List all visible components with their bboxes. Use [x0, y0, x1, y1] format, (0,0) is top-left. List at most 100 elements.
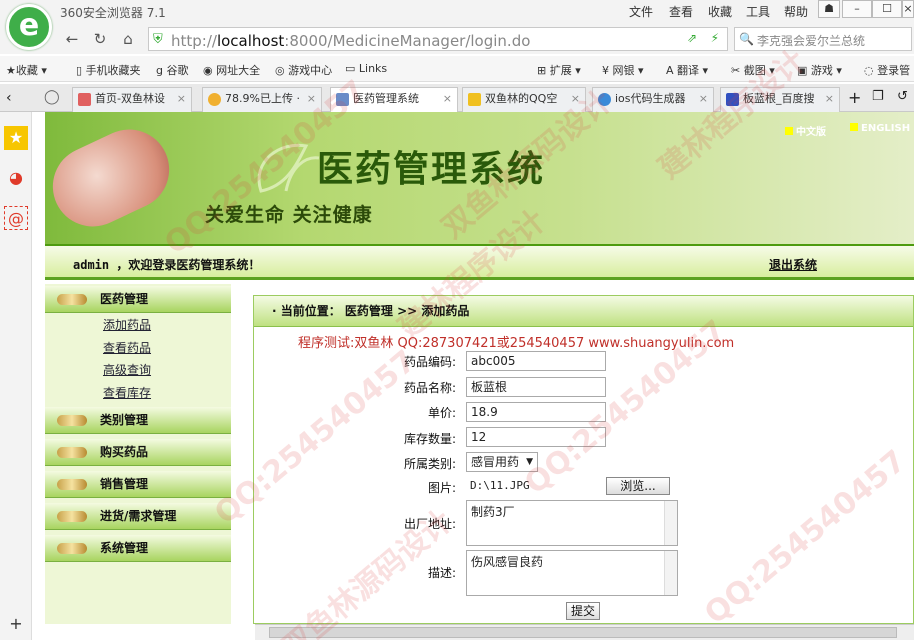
restore-tab-icon[interactable]: ↺ — [897, 89, 908, 104]
bookmark-games[interactable]: ◎ 游戏中心 — [275, 62, 332, 78]
submenu-view-stock[interactable]: 查看库存 — [103, 384, 151, 401]
tab-list-icon[interactable]: ❐ — [872, 89, 884, 104]
code-input[interactable]: abc005 — [466, 351, 606, 371]
price-input[interactable]: 18.9 — [466, 402, 606, 422]
menu-system[interactable]: 系统管理 — [45, 535, 231, 562]
menu-supply[interactable]: 进货/需求管理 — [45, 503, 231, 530]
tab-upload[interactable]: 78.9%已上传 · × — [202, 87, 322, 112]
capsule-icon — [57, 447, 87, 458]
horizontal-scrollbar[interactable] — [255, 624, 914, 640]
tab-medicine[interactable]: 医药管理系统 × — [330, 87, 458, 113]
sidebar-add-icon[interactable]: + — [4, 612, 28, 636]
category-label: 所属类别: — [403, 457, 456, 471]
content-panel: · 当前位置： 医药管理 >> 添加药品 程序测试:双鱼林 QQ:2873074… — [253, 295, 914, 624]
share-icon[interactable]: ⇗ — [687, 31, 697, 45]
desc-textarea[interactable]: 伤风感冒良药 — [466, 550, 678, 596]
mail-icon[interactable]: @ — [4, 206, 28, 230]
tab-bar: ‹ ◯ 首页-双鱼林设 × 78.9%已上传 · × 医药管理系统 × 双鱼林的QQ空… — [0, 84, 914, 113]
menu-file[interactable]: 文件 — [629, 3, 653, 20]
pill-image — [45, 116, 183, 240]
image-file-path[interactable]: D:\11.JPG — [466, 477, 606, 497]
bookmark-sites[interactable]: ◉ 网址大全 — [203, 62, 260, 78]
close-button[interactable]: × — [902, 0, 914, 18]
logout-link[interactable]: 退出系统 — [769, 256, 817, 273]
back-icon[interactable]: ← — [62, 29, 82, 49]
address-row: ← ↻ ⌂ ⛨ http://localhost:8000/MedicineMa… — [0, 24, 914, 54]
submit-button[interactable]: 提交 — [566, 602, 600, 620]
leaf-logo-icon — [257, 143, 320, 193]
capsule-icon — [57, 543, 87, 554]
undo-icon[interactable]: ◯ — [44, 89, 60, 105]
bookmark-links[interactable]: ▭ Links — [345, 62, 387, 75]
desc-label: 描述: — [427, 566, 456, 580]
bookmark-mobile[interactable]: ▯ 手机收藏夹 — [76, 62, 141, 78]
favorites-star-icon[interactable]: ★ — [4, 126, 28, 150]
capsule-icon — [57, 294, 87, 305]
bookmark-google[interactable]: g 谷歌 — [156, 62, 188, 78]
bookmarks-bar: ★收藏 ▾ ▯ 手机收藏夹 g 谷歌 ◉ 网址大全 ◎ 游戏中心 ▭ Links… — [0, 56, 914, 82]
tab-baidu[interactable]: 板蓝根_百度搜 × — [720, 87, 840, 112]
menu-tools[interactable]: 工具 — [746, 3, 770, 20]
slogan: 关爱生命 关注健康 — [205, 204, 373, 226]
name-input[interactable]: 板蓝根 — [466, 377, 606, 397]
screenshot-button[interactable]: ✂ 截图 ▾ — [731, 62, 775, 78]
page-title: 医药管理系统 — [317, 148, 546, 190]
lang-chinese[interactable]: 中文版 — [785, 123, 826, 138]
menu-sales[interactable]: 销售管理 — [45, 471, 231, 498]
speed-icon[interactable]: ⚡ — [711, 31, 719, 45]
skin-icon[interactable]: ☗ — [818, 0, 840, 18]
tab-qq[interactable]: 双鱼林的QQ空 × — [462, 87, 586, 112]
address-bar[interactable]: ⛨ http://localhost:8000/MedicineManager/… — [148, 27, 728, 51]
title-bar: 360安全浏览器 7.1 文件 查看 收藏 工具 帮助 ☗ – ☐ × — [0, 0, 914, 24]
menu-medicine[interactable]: 医药管理 — [45, 286, 231, 313]
bank-button[interactable]: ¥ 网银 ▾ — [602, 62, 644, 78]
search-box[interactable]: 🔍 李克强会爱尔兰总统 — [734, 27, 912, 51]
capsule-icon — [57, 511, 87, 522]
stock-label: 库存数量: — [403, 432, 456, 446]
origin-label: 出厂地址: — [403, 517, 456, 531]
login-button[interactable]: ◌ 登录管 — [864, 62, 910, 78]
browser-logo-icon[interactable]: e — [6, 4, 52, 50]
bookmark-favorites[interactable]: ★收藏 ▾ — [6, 62, 47, 78]
new-tab-icon[interactable]: + — [848, 88, 861, 107]
search-icon: 🔍 — [739, 32, 754, 46]
search-text: 李克强会爱尔兰总统 — [757, 34, 866, 48]
reload-icon[interactable]: ↻ — [90, 29, 110, 49]
tab-scroll-left-icon[interactable]: ‹ — [6, 90, 12, 106]
image-label: 图片: — [427, 481, 456, 495]
submenu-view-medicine[interactable]: 查看药品 — [103, 339, 151, 356]
lang-english[interactable]: ENGLISH — [850, 123, 910, 134]
tab-home[interactable]: 首页-双鱼林设 × — [72, 87, 192, 112]
notice-text: 程序测试:双鱼林 QQ:287307421或254540457 www.shua… — [298, 336, 735, 351]
menu-category[interactable]: 类别管理 — [45, 407, 231, 434]
menu-help[interactable]: 帮助 — [784, 3, 808, 20]
tab-ios[interactable]: ios代码生成器 × — [592, 87, 714, 112]
menu-purchase[interactable]: 购买药品 — [45, 439, 231, 466]
chevron-down-icon: ▼ — [526, 457, 533, 467]
origin-textarea[interactable]: 制药3厂 — [466, 500, 678, 546]
weibo-icon[interactable]: ◕ — [4, 166, 28, 190]
menu-view[interactable]: 查看 — [669, 3, 693, 20]
code-label: 药品编码: — [403, 355, 456, 369]
submenu-advanced-query[interactable]: 高级查询 — [103, 361, 151, 378]
browser-sidebar: ★ ◕ @ + — [0, 112, 32, 640]
scrollbar[interactable] — [664, 551, 677, 595]
extensions-button[interactable]: ⊞ 扩展 ▾ — [537, 62, 581, 78]
app-title: 360安全浏览器 7.1 — [60, 6, 166, 20]
menu-favorites[interactable]: 收藏 — [708, 3, 732, 20]
browse-button[interactable]: 浏览... — [606, 477, 670, 495]
games-button[interactable]: ▣ 游戏 ▾ — [797, 62, 842, 78]
capsule-icon — [57, 415, 87, 426]
translate-button[interactable]: A 翻译 ▾ — [666, 62, 708, 78]
name-label: 药品名称: — [403, 381, 456, 395]
home-icon[interactable]: ⌂ — [118, 29, 138, 49]
stock-input[interactable]: 12 — [466, 427, 606, 447]
scrollbar[interactable] — [664, 501, 677, 545]
breadcrumb: · 当前位置： 医药管理 >> 添加药品 — [254, 296, 913, 327]
minimize-button[interactable]: – — [842, 0, 872, 18]
scroll-thumb[interactable] — [269, 627, 897, 638]
submenu-add-medicine[interactable]: 添加药品 — [103, 316, 151, 333]
maximize-button[interactable]: ☐ — [872, 0, 902, 18]
category-select[interactable]: 感冒用药 ▼ — [466, 452, 538, 472]
site-banner: 医药管理系统 关爱生命 关注健康 中文版 ENGLISH — [45, 112, 914, 244]
